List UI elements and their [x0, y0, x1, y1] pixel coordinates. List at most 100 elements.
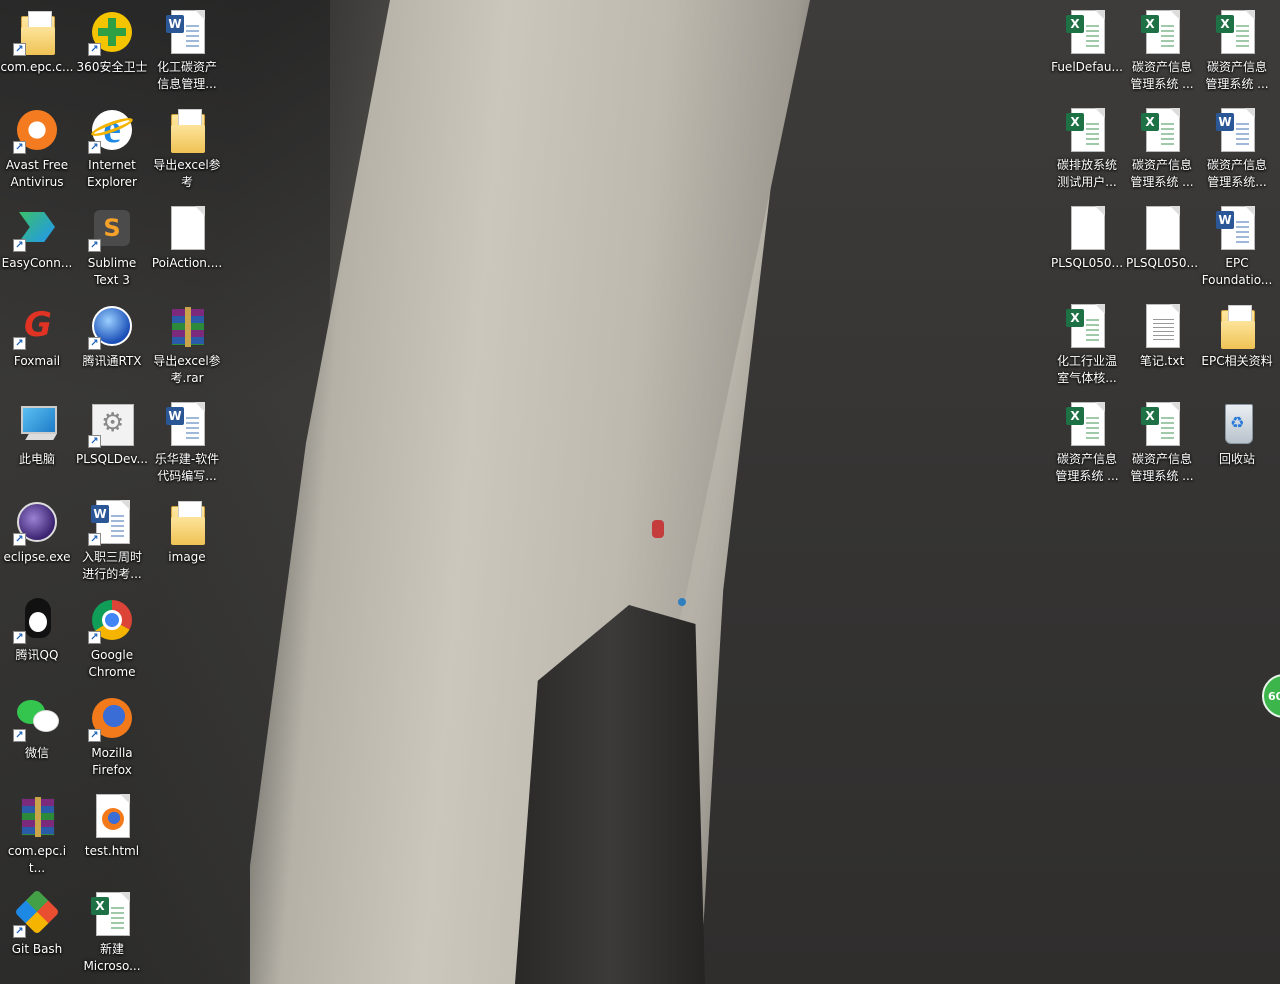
desktop-icon-image-folder[interactable]: image: [150, 494, 224, 590]
qq-icon: [13, 596, 61, 644]
icon-label: 碳资产信息 管理系统 ...: [1055, 452, 1119, 483]
icon-label: Git Bash: [11, 942, 63, 956]
icon-label: Avast Free Antivirus: [5, 158, 69, 189]
desktop-icon-rtx[interactable]: 腾讯通RTX: [75, 298, 149, 394]
icon-label: 碳资产信息 管理系统...: [1206, 158, 1267, 189]
folder-icon: [1213, 302, 1261, 350]
desktop-icon-foxmail[interactable]: G Foxmail: [0, 298, 74, 394]
desktop-icon-eclipse[interactable]: eclipse.exe: [0, 494, 74, 590]
firefox-html-icon: [88, 792, 136, 840]
desktop-icon-carbon-mgmt-d[interactable]: W 碳资产信息 管理系统...: [1200, 102, 1274, 198]
winrar-icon: [13, 792, 61, 840]
desktop-icon-avast[interactable]: Avast Free Antivirus: [0, 102, 74, 198]
icon-label: com.epc.c...: [0, 60, 74, 74]
desktop-icon-carbon-mgmt-e[interactable]: X 碳资产信息 管理系统 ...: [1050, 396, 1124, 492]
icon-label: 碳排放系统 测试用户...: [1056, 158, 1117, 189]
desktop-icon-qq[interactable]: 腾讯QQ: [0, 592, 74, 688]
icon-label: 碳资产信息 管理系统 ...: [1130, 60, 1194, 91]
wallpaper-climber-belayer: [678, 598, 686, 606]
desktop-icon-epc-materials[interactable]: EPC相关资料: [1200, 298, 1274, 394]
desktop-icon-easyconnect[interactable]: EasyConn...: [0, 200, 74, 296]
internet-explorer-icon: e: [88, 106, 136, 154]
desktop-icon-360[interactable]: 360安全卫士: [75, 4, 149, 100]
desktop-icon-git-bash[interactable]: Git Bash: [0, 886, 74, 982]
desktop-icon-lehuajian-doc[interactable]: W 乐华建-软件 代码编写...: [150, 396, 224, 492]
icon-label: EPC Foundatio...: [1201, 256, 1273, 287]
desktop-icon-poiaction[interactable]: PoiAction....: [150, 200, 224, 296]
desktop-icon-this-pc[interactable]: 此电脑: [0, 396, 74, 492]
desktop-icon-chem-carbon-doc[interactable]: W 化工碳资产 信息管理...: [150, 4, 224, 100]
folder-zip-icon: [13, 8, 61, 56]
icon-label: PoiAction....: [151, 256, 223, 270]
excel-document-icon: X: [1063, 106, 1111, 154]
recycle-bin-icon: [1213, 400, 1261, 448]
word-document-icon: W: [1213, 204, 1261, 252]
text-file-icon: [1138, 302, 1186, 350]
desktop-icon-com-epc-it[interactable]: com.epc.it...: [0, 788, 74, 884]
easyconnect-icon: [13, 204, 61, 252]
excel-document-icon: X: [1138, 400, 1186, 448]
desktop-icon-com-epc-c[interactable]: com.epc.c...: [0, 4, 74, 100]
excel-document-icon: X: [1213, 8, 1261, 56]
desktop-icon-internet-explorer[interactable]: e Internet Explorer: [75, 102, 149, 198]
word-document-icon: W: [163, 400, 211, 448]
desktop-icon-firefox[interactable]: Mozilla Firefox: [75, 690, 149, 786]
avast-icon: [13, 106, 61, 154]
blank-file-icon: [1138, 204, 1186, 252]
icon-label: eclipse.exe: [3, 550, 71, 564]
desktop-icon-carbon-test-users[interactable]: X 碳排放系统 测试用户...: [1050, 102, 1124, 198]
desktop-icon-fueldefault[interactable]: X FuelDefau...: [1050, 4, 1124, 100]
desktop-icon-carbon-mgmt-a[interactable]: X 碳资产信息 管理系统 ...: [1125, 4, 1199, 100]
git-bash-icon: [13, 889, 61, 938]
desktop-icon-chem-ghg[interactable]: X 化工行业温 室气体核...: [1050, 298, 1124, 394]
desktop-icon-wechat[interactable]: 微信: [0, 690, 74, 786]
desktop-icon-plsql050-a[interactable]: PLSQL050...: [1050, 200, 1124, 296]
icon-label: Mozilla Firefox: [91, 746, 133, 777]
desktop-icon-chrome[interactable]: Google Chrome: [75, 592, 149, 688]
desktop-icon-notes-txt[interactable]: 笔记.txt: [1125, 298, 1199, 394]
icon-label: 化工碳资产 信息管理...: [156, 60, 217, 91]
desktop-icon-export-excel-rar[interactable]: 导出excel参 考.rar: [150, 298, 224, 394]
badge-text: 60: [1268, 689, 1280, 703]
excel-document-icon: X: [1063, 8, 1111, 56]
icon-label: 乐华建-软件 代码编写...: [154, 452, 220, 483]
icon-label: 此电脑: [18, 452, 55, 466]
desktop-icon-plsql050-b[interactable]: PLSQL050...: [1125, 200, 1199, 296]
excel-document-icon: X: [1063, 400, 1111, 448]
icon-label: PLSQL050...: [1125, 256, 1199, 270]
desktop-icon-test-html[interactable]: test.html: [75, 788, 149, 884]
word-document-icon: W: [163, 8, 211, 56]
desktop-icon-recycle-bin[interactable]: 回收站: [1200, 396, 1274, 492]
foxmail-icon: G: [13, 302, 61, 350]
icon-label: 笔记.txt: [1139, 354, 1185, 368]
desktop-icon-sublime[interactable]: S Sublime Text 3: [75, 200, 149, 296]
chrome-icon: [88, 596, 136, 644]
desktop-icon-export-excel-folder[interactable]: 导出excel参 考: [150, 102, 224, 198]
this-pc-icon: [13, 400, 61, 448]
icon-label: Foxmail: [13, 354, 61, 368]
folder-icon: [163, 498, 211, 546]
desktop-icon-onboarding-doc[interactable]: W 入职三周时 进行的考...: [75, 494, 149, 590]
icon-label: PLSQL050...: [1050, 256, 1124, 270]
desktop-icon-new-excel[interactable]: X 新建 Microso...: [75, 886, 149, 982]
icon-label: 腾讯通RTX: [82, 354, 142, 368]
winrar-icon: [163, 302, 211, 350]
desktop-icon-carbon-mgmt-f[interactable]: X 碳资产信息 管理系统 ...: [1125, 396, 1199, 492]
desktop[interactable]: com.epc.c... Avast Free Antivirus EasyCo…: [0, 0, 1280, 984]
desktop-icon-plsql-developer[interactable]: PLSQLDev...: [75, 396, 149, 492]
icon-label: 碳资产信息 管理系统 ...: [1205, 60, 1269, 91]
blank-file-icon: [163, 204, 211, 252]
excel-document-icon: X: [88, 890, 136, 938]
icon-label: 360安全卫士: [76, 60, 148, 74]
desktop-icon-carbon-mgmt-b[interactable]: X 碳资产信息 管理系统 ...: [1200, 4, 1274, 100]
folder-icon: [163, 106, 211, 154]
icon-label: 化工行业温 室气体核...: [1056, 354, 1117, 385]
icon-label: test.html: [84, 844, 140, 858]
desktop-icon-carbon-mgmt-c[interactable]: X 碳资产信息 管理系统 ...: [1125, 102, 1199, 198]
eclipse-icon: [13, 498, 61, 546]
icon-label: image: [168, 550, 206, 564]
plsql-developer-icon: [88, 400, 136, 448]
desktop-icon-epc-foundation[interactable]: W EPC Foundatio...: [1200, 200, 1274, 296]
icon-label: Sublime Text 3: [87, 256, 137, 287]
word-document-icon: W: [1213, 106, 1261, 154]
